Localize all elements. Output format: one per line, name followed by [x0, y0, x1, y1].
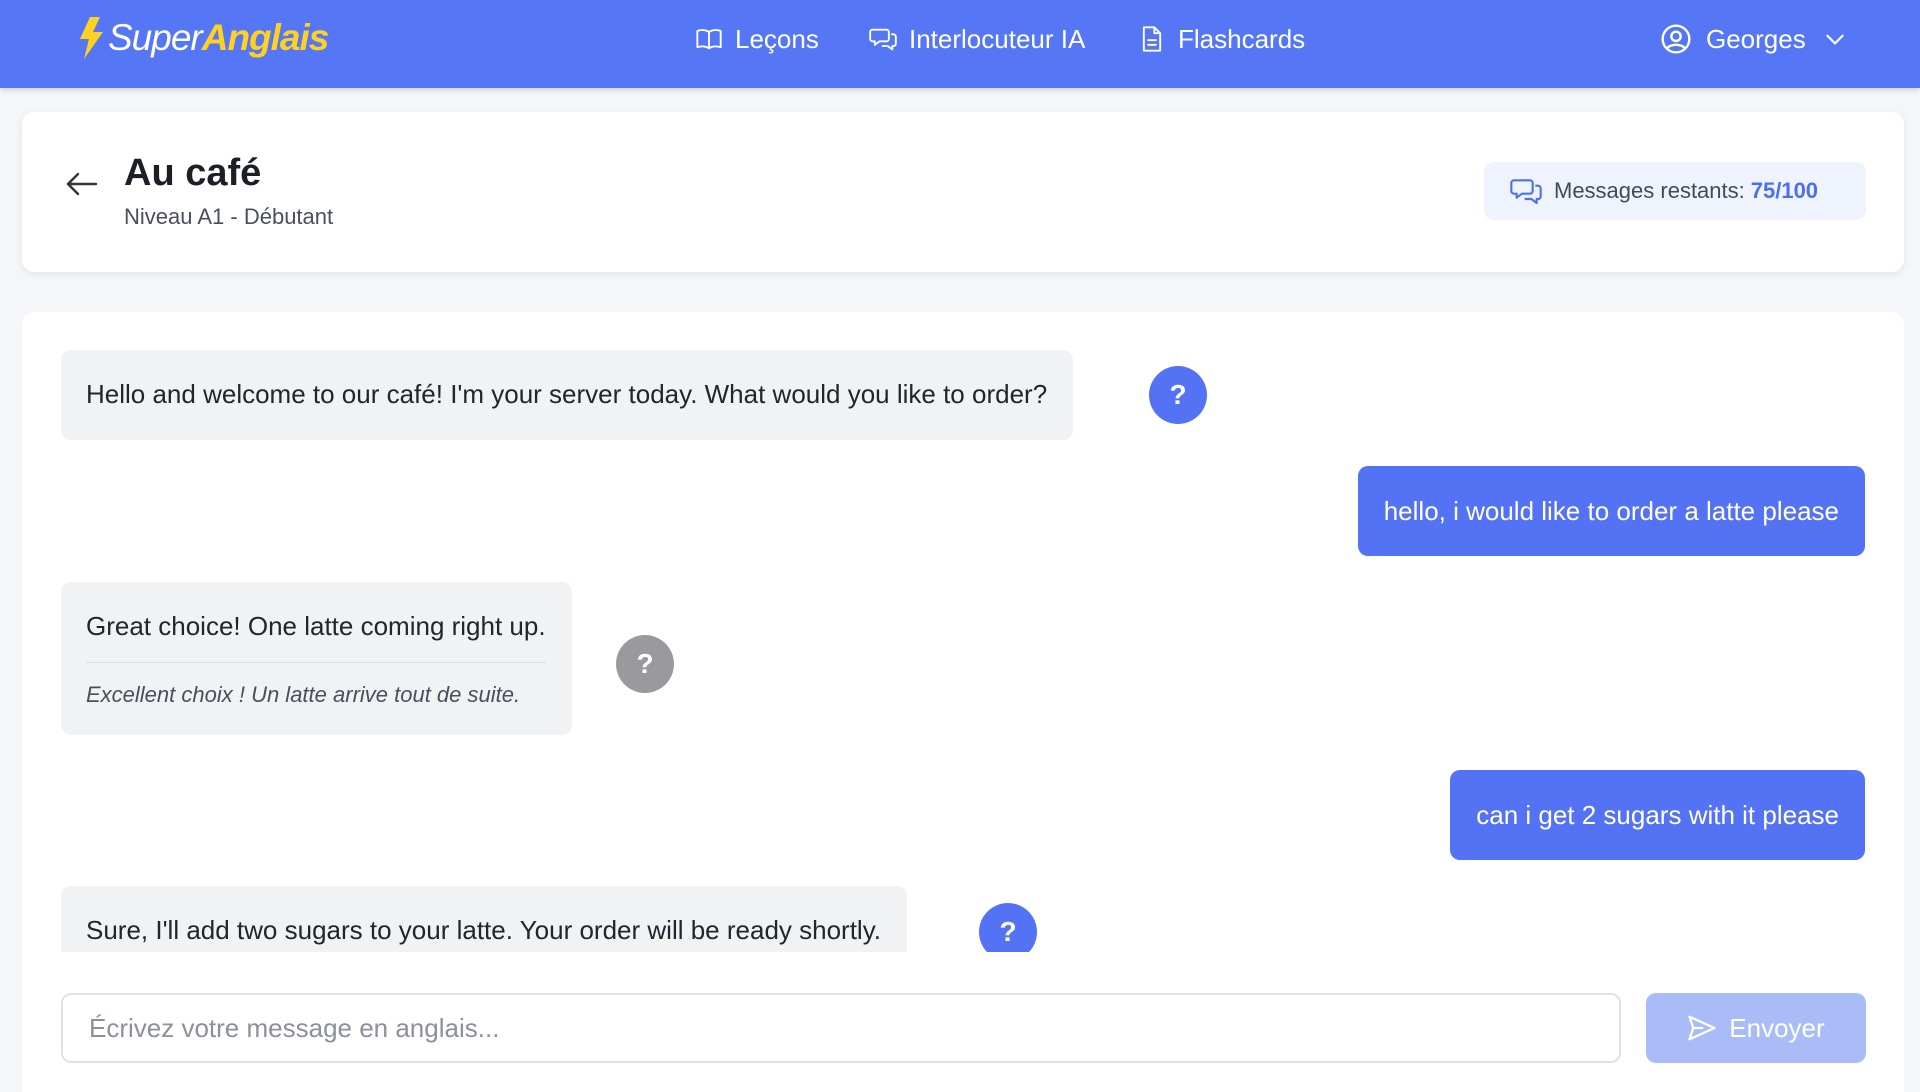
- user-message: hello, i would like to order a latte ple…: [1357, 466, 1865, 556]
- nav-flashcards[interactable]: Flashcards: [1138, 24, 1305, 55]
- logo-text-anglais: Anglais: [201, 17, 330, 58]
- user-name: Georges: [1706, 23, 1806, 54]
- user-menu[interactable]: Georges: [1660, 0, 1848, 78]
- messages-remaining-value: 75/100: [1750, 178, 1819, 203]
- lightning-bolt-icon: [80, 17, 103, 59]
- chevron-down-icon: [1826, 34, 1844, 45]
- ai-message-translation: Excellent choix ! Un latte arrive tout d…: [86, 661, 546, 736]
- message-input[interactable]: [61, 993, 1621, 1063]
- document-icon: [1142, 26, 1162, 52]
- send-icon: [1688, 1015, 1716, 1041]
- ai-message-text: Hello and welcome to our café! I'm your …: [86, 379, 1048, 410]
- ai-message: Great choice! One latte coming right up.…: [61, 582, 572, 736]
- ai-message-text: Great choice! One latte coming right up.: [86, 611, 546, 641]
- help-button[interactable]: ?: [1149, 366, 1207, 424]
- user-message-text: can i get 2 sugars with it please: [1476, 799, 1839, 830]
- send-button[interactable]: Envoyer: [1646, 993, 1866, 1063]
- logo-text-super: Super: [108, 17, 203, 58]
- messages-remaining-label: Messages restants:: [1554, 178, 1745, 203]
- send-label: Envoyer: [1729, 1012, 1825, 1043]
- conversation-header-card: Au café Niveau A1 - Débutant Messages re…: [22, 112, 1904, 272]
- nav-lessons-label: Leçons: [735, 23, 819, 54]
- chat-panel: Hello and welcome to our café! I'm your …: [22, 312, 1904, 1092]
- help-button-active[interactable]: ?: [616, 635, 674, 693]
- book-icon: [696, 29, 722, 50]
- nav-lessons[interactable]: Leçons: [695, 24, 819, 55]
- user-message: can i get 2 sugars with it please: [1450, 770, 1865, 860]
- help-button[interactable]: ?: [979, 903, 1037, 952]
- page-title: Au café: [124, 152, 262, 194]
- ai-message: Sure, I'll add two sugars to your latte.…: [61, 886, 907, 952]
- ai-message: Hello and welcome to our café! I'm your …: [61, 350, 1074, 440]
- back-arrow-icon[interactable]: [62, 164, 102, 204]
- chat-bubbles-icon: [1510, 179, 1542, 205]
- chat-bubbles-icon: [869, 28, 897, 51]
- user-circle-icon: [1661, 24, 1691, 54]
- nav-ai-interlocutor-label: Interlocuteur IA: [909, 23, 1086, 54]
- messages-remaining-badge: Messages restants: 75/100: [1484, 162, 1866, 220]
- nav-ai-interlocutor[interactable]: Interlocuteur IA: [869, 24, 1085, 55]
- ai-message-text: Sure, I'll add two sugars to your latte.…: [86, 915, 881, 946]
- app-logo[interactable]: Super Anglais: [76, 16, 330, 60]
- level-subtitle: Niveau A1 - Débutant: [124, 204, 334, 229]
- user-message-text: hello, i would like to order a latte ple…: [1383, 495, 1839, 526]
- nav-flashcards-label: Flashcards: [1178, 23, 1306, 54]
- message-list[interactable]: Hello and welcome to our café! I'm your …: [22, 312, 1904, 952]
- top-navbar: Super Anglais Leçons Interlocuteur IA Fl…: [0, 0, 1920, 88]
